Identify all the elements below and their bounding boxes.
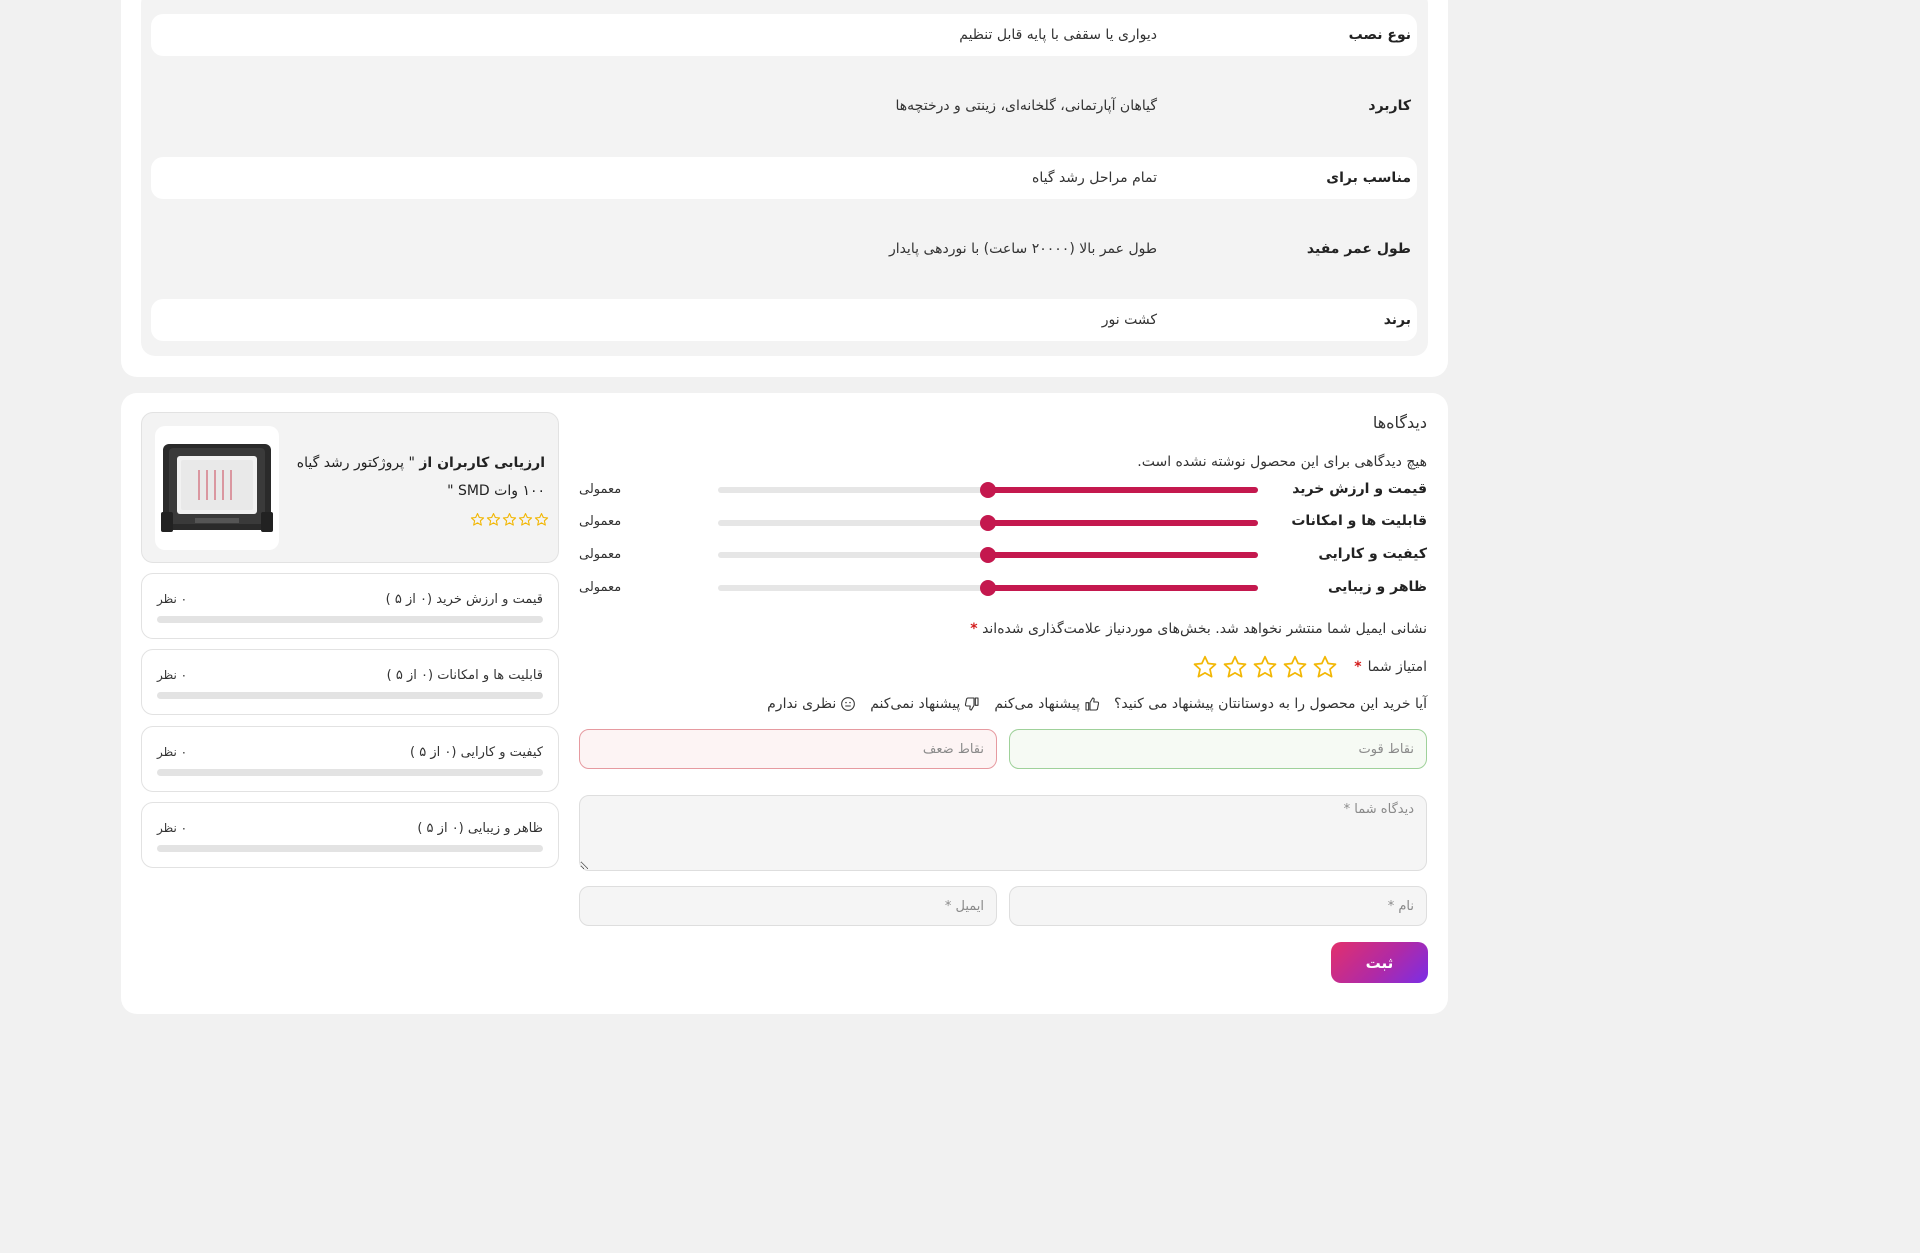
criterion-progress-bar <box>157 769 543 776</box>
rating-label-price: قیمت و ارزش خرید <box>1292 481 1427 497</box>
slider-fill <box>988 487 1258 493</box>
star-outline-icon <box>486 513 501 526</box>
spec-label: طول عمر مفید <box>1306 241 1411 257</box>
criterion-count: ۰ نظر <box>157 821 188 835</box>
criterion-summary: ظاهر و زیبایی (۰ از ۵ ) ۰ نظر <box>141 802 559 868</box>
recommend-option-no-label: پیشنهاد نمی‌کنم <box>870 696 961 712</box>
criterion-progress-bar <box>157 692 543 699</box>
rating-label-features: قابلیت ها و امکانات <box>1291 513 1427 529</box>
slider-thumb[interactable] <box>980 580 996 596</box>
submit-button[interactable]: ثبت <box>1331 942 1428 983</box>
neutral-face-icon <box>841 697 856 711</box>
criterion-progress-bar <box>157 616 543 623</box>
floodlight-product-image <box>161 444 273 532</box>
rating-label-quality: کیفیت و کارایی <box>1318 546 1427 562</box>
rating-value-price: معمولی <box>579 482 622 497</box>
star-outline-icon <box>502 513 517 526</box>
spec-value: کشت نور <box>1101 312 1157 328</box>
rating-slider-appearance[interactable] <box>718 580 1258 596</box>
required-mark: * <box>1354 659 1362 675</box>
star-outline-icon <box>534 513 549 526</box>
reviews-title: دیدگاه‌ها <box>1372 413 1427 432</box>
slider-fill <box>988 552 1258 558</box>
spec-label: کاربرد <box>1368 98 1411 114</box>
star-rating-input[interactable] <box>1192 654 1338 680</box>
star-outline-icon <box>518 513 533 526</box>
criterion-label: ظاهر و زیبایی (۰ از ۵ ) <box>417 821 543 836</box>
spec-label: مناسب برای <box>1326 170 1411 186</box>
star-outline-icon[interactable] <box>1312 654 1338 680</box>
spec-row: برند کشت نور <box>151 299 1417 341</box>
email-input[interactable] <box>579 886 997 926</box>
spec-label: نوع نصب <box>1348 27 1411 43</box>
rating-slider-price[interactable] <box>718 482 1258 498</box>
star-outline-icon[interactable] <box>1252 654 1278 680</box>
rating-label-appearance: ظاهر و زیبایی <box>1327 579 1427 595</box>
spec-value: طول عمر بالا (۲۰۰۰۰ ساعت) با نوردهی پاید… <box>888 241 1157 257</box>
recommend-row: آیا خرید این محصول را به دوستانتان پیشنه… <box>767 696 1427 712</box>
name-input[interactable] <box>1009 886 1427 926</box>
slider-fill <box>988 520 1258 526</box>
your-rating-label-group: امتیاز شما * <box>1354 659 1427 675</box>
recommend-question: آیا خرید این محصول را به دوستانتان پیشنه… <box>1113 696 1427 712</box>
summary-stars <box>470 512 549 527</box>
recommend-option-neutral[interactable]: نظری ندارم <box>767 696 856 712</box>
spec-row: نوع نصب دیواری یا سقفی با پایه قابل تنظی… <box>151 14 1417 56</box>
spec-label: برند <box>1383 312 1411 328</box>
criterion-count: ۰ نظر <box>157 745 188 759</box>
criterion-label: قیمت و ارزش خرید (۰ از ۵ ) <box>385 592 543 607</box>
spec-value: تمام مراحل رشد گیاه <box>1032 170 1157 186</box>
email-note-text: نشانی ایمیل شما منتشر نخواهد شد. بخش‌های… <box>982 621 1427 637</box>
criterion-count: ۰ نظر <box>157 668 188 682</box>
thumbs-up-icon <box>1085 697 1100 711</box>
criterion-count: ۰ نظر <box>157 592 188 606</box>
rating-value-appearance: معمولی <box>579 580 622 595</box>
comment-textarea[interactable] <box>579 795 1427 871</box>
recommend-option-neutral-label: نظری ندارم <box>767 696 837 712</box>
criterion-summary: قابلیت ها و امکانات (۰ از ۵ ) ۰ نظر <box>141 649 559 715</box>
spec-row: مناسب برای تمام مراحل رشد گیاه <box>151 157 1417 199</box>
star-outline-icon[interactable] <box>1222 654 1248 680</box>
recommend-option-yes-label: پیشنهاد می‌کنم <box>994 696 1080 712</box>
star-outline-icon[interactable] <box>1282 654 1308 680</box>
required-mark: * <box>970 621 978 637</box>
thumbs-down-icon <box>965 697 979 711</box>
spec-value: گیاهان آپارتمانی، گلخانه‌ای، زینتی و درخ… <box>895 98 1157 114</box>
criterion-summary: کیفیت و کارایی (۰ از ۵ ) ۰ نظر <box>141 726 559 792</box>
recommend-option-no[interactable]: پیشنهاد نمی‌کنم <box>870 696 980 712</box>
summary-title: ارزیابی کاربران از " پروژکتور رشد گیاه ۱… <box>295 449 545 505</box>
spec-row: کاربرد گیاهان آپارتمانی، گلخانه‌ای، زینت… <box>151 85 1417 127</box>
criterion-label: قابلیت ها و امکانات (۰ از ۵ ) <box>386 668 543 683</box>
criterion-summary: قیمت و ارزش خرید (۰ از ۵ ) ۰ نظر <box>141 573 559 639</box>
rating-slider-features[interactable] <box>718 515 1258 531</box>
email-privacy-note: نشانی ایمیل شما منتشر نخواهد شد. بخش‌های… <box>970 621 1427 637</box>
strengths-input[interactable] <box>1009 729 1427 769</box>
slider-thumb[interactable] <box>980 482 996 498</box>
star-outline-icon[interactable] <box>1192 654 1218 680</box>
recommend-option-yes[interactable]: پیشنهاد می‌کنم <box>994 696 1100 712</box>
criterion-label: کیفیت و کارایی (۰ از ۵ ) <box>410 745 543 760</box>
product-image <box>155 426 279 550</box>
no-comments-text: هیچ دیدگاهی برای این محصول نوشته نشده اس… <box>1137 454 1427 470</box>
your-rating-label: امتیاز شما <box>1367 659 1427 675</box>
spec-value: دیواری یا سقفی با پایه قابل تنظیم <box>959 27 1157 43</box>
rating-value-quality: معمولی <box>579 547 622 562</box>
rating-value-features: معمولی <box>579 514 622 529</box>
summary-title-bold: ارزیابی کاربران از <box>419 455 545 471</box>
rating-slider-quality[interactable] <box>718 547 1258 563</box>
star-outline-icon <box>470 513 485 526</box>
slider-thumb[interactable] <box>980 547 996 563</box>
slider-thumb[interactable] <box>980 515 996 531</box>
slider-fill <box>988 585 1258 591</box>
criterion-progress-bar <box>157 845 543 852</box>
weaknesses-input[interactable] <box>579 729 997 769</box>
spec-row: طول عمر مفید طول عمر بالا (۲۰۰۰۰ ساعت) ب… <box>151 228 1417 270</box>
